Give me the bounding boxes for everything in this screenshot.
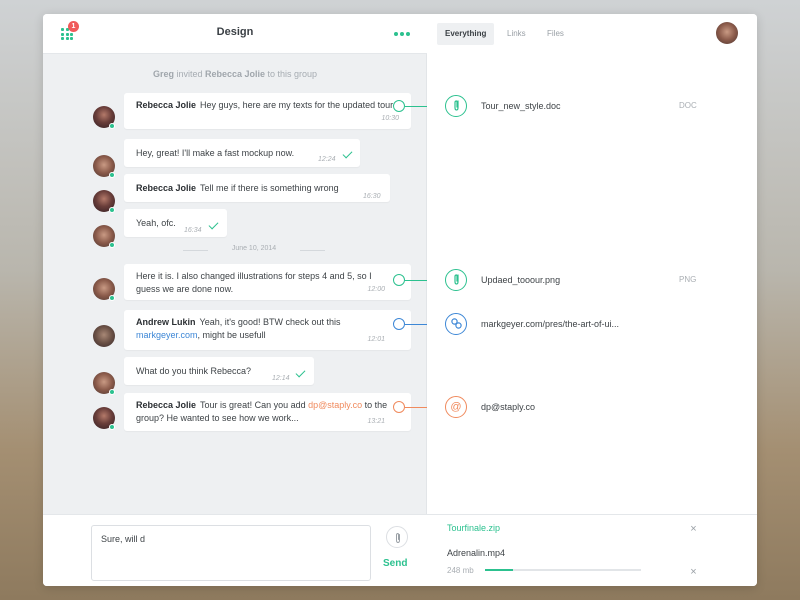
paperclip-icon xyxy=(445,269,467,291)
online-status-dot xyxy=(109,295,115,301)
online-status-dot xyxy=(109,242,115,248)
upload-file-name[interactable]: Adrenalin.mp4 xyxy=(447,548,505,558)
message-link[interactable]: markgeyer.com xyxy=(136,330,198,340)
message-text: , might be usefull xyxy=(197,330,266,340)
file-type: PNG xyxy=(679,275,697,284)
message-author: Rebecca Jolie xyxy=(136,100,197,110)
list-item[interactable]: Updaed_tooour.png PNG xyxy=(427,266,757,296)
file-type: DOC xyxy=(679,101,697,110)
paperclip-icon xyxy=(396,532,400,544)
online-status-dot xyxy=(109,389,115,395)
message-text: Tour is great! Can you add xyxy=(200,400,309,410)
message-time: 16:30 xyxy=(363,193,381,200)
upload-file-name[interactable]: Tourfinale.zip xyxy=(447,523,500,533)
list-item[interactable]: markgeyer.com/pres/the-art-of-ui... xyxy=(427,310,757,340)
link-url: markgeyer.com/pres/the-art-of-ui... xyxy=(481,319,620,329)
read-check-icon xyxy=(342,148,353,159)
connector-node xyxy=(393,318,405,330)
message-time: 16:34 xyxy=(184,227,202,234)
tab-files[interactable]: Files xyxy=(539,23,572,45)
message-text: Hey, great! I'll make a fast mockup now. xyxy=(136,148,295,158)
attachments-panel: Everything Links Files Tour_new_style.do… xyxy=(427,14,757,586)
close-icon[interactable]: × xyxy=(689,567,698,578)
composer xyxy=(43,514,427,586)
close-icon[interactable]: × xyxy=(689,524,698,535)
paperclip-icon xyxy=(445,95,467,117)
message-author: Rebecca Jolie xyxy=(136,183,197,193)
message-bubble: Here it is. I also changed illustrations… xyxy=(124,264,411,300)
message-bubble: Rebecca Jolie Tour is great! Can you add … xyxy=(124,393,411,431)
message-time: 13:21 xyxy=(367,418,385,425)
chat-title: Design xyxy=(216,26,254,38)
system-message-text: invited xyxy=(173,69,205,79)
upload-progress-fill xyxy=(485,569,514,571)
message-bubble: Yeah, ofc. 16:34 xyxy=(124,209,227,237)
system-message: Greg invited Rebecca Jolie to this group xyxy=(43,69,427,79)
message-text: Yeah, it's good! BTW check out this xyxy=(199,317,341,327)
message-author: Andrew Lukin xyxy=(136,317,196,327)
upload-file-size: 248 mb xyxy=(447,566,474,575)
message-text: Hey guys, here are my texts for the upda… xyxy=(200,100,394,110)
more-options-icon[interactable] xyxy=(394,32,412,36)
tab-everything[interactable]: Everything xyxy=(437,23,495,45)
message-text: Tell me if there is something wrong xyxy=(200,183,339,193)
online-status-dot xyxy=(109,172,115,178)
message-bubble: What do you think Rebecca? 12:14 xyxy=(124,357,314,385)
message-time: 10:30 xyxy=(381,115,399,122)
online-status-dot xyxy=(109,207,115,213)
message-bubble: Rebecca Jolie Hey guys, here are my texts… xyxy=(124,93,411,129)
message-input[interactable] xyxy=(91,525,371,581)
upload-progress-bar xyxy=(485,569,641,571)
date-separator: June 10, 2014 xyxy=(183,245,325,257)
connector-node xyxy=(393,100,405,112)
message-text: Yeah, ofc. xyxy=(136,218,176,228)
message-bubble: Rebecca Jolie Tell me if there is somethi… xyxy=(124,174,390,202)
list-item[interactable]: @ dp@staply.co xyxy=(427,393,757,423)
system-message-target: Rebecca Jolie xyxy=(204,69,266,79)
message-bubble: Andrew Lukin Yeah, it's good! BTW check o… xyxy=(124,310,411,350)
message-time: 12:24 xyxy=(318,156,336,163)
message-text: What do you think Rebecca? xyxy=(136,366,252,376)
message-mention[interactable]: dp@staply.co xyxy=(308,400,362,410)
read-check-icon xyxy=(208,219,219,230)
connector-node xyxy=(393,274,405,286)
online-status-dot xyxy=(109,123,115,129)
email-address: dp@staply.co xyxy=(481,402,535,412)
list-item[interactable]: Tour_new_style.doc DOC xyxy=(427,92,757,122)
file-name: Updaed_tooour.png xyxy=(481,275,561,285)
message-text: Here it is. I also changed illustrations… xyxy=(136,271,372,294)
upload-list: Tourfinale.zip × Adrenalin.mp4 248 mb × xyxy=(427,514,757,586)
user-avatar[interactable] xyxy=(716,22,738,44)
send-button[interactable]: Send xyxy=(383,558,407,569)
message-bubble: Hey, great! I'll make a fast mockup now.… xyxy=(124,139,360,167)
system-message-actor: Greg xyxy=(152,69,174,79)
message-time: 12:01 xyxy=(367,336,385,343)
chat-panel: 1 Design Greg invited Rebecca Jolie to t… xyxy=(43,14,427,586)
at-icon: @ xyxy=(445,396,467,418)
message-time: 12:00 xyxy=(367,286,385,293)
attach-button[interactable] xyxy=(386,526,408,548)
message-author: Rebecca Jolie xyxy=(136,400,197,410)
chat-header: 1 Design xyxy=(43,14,427,54)
tab-links[interactable]: Links xyxy=(499,23,534,45)
link-icon xyxy=(445,313,467,335)
read-check-icon xyxy=(295,367,306,378)
file-name: Tour_new_style.doc xyxy=(481,101,561,111)
system-message-text: to this group xyxy=(265,69,318,79)
message-time: 12:14 xyxy=(272,375,290,382)
app-window: 1 Design Greg invited Rebecca Jolie to t… xyxy=(43,14,757,586)
avatar[interactable] xyxy=(93,325,115,347)
online-status-dot xyxy=(109,424,115,430)
connector-node xyxy=(393,401,405,413)
